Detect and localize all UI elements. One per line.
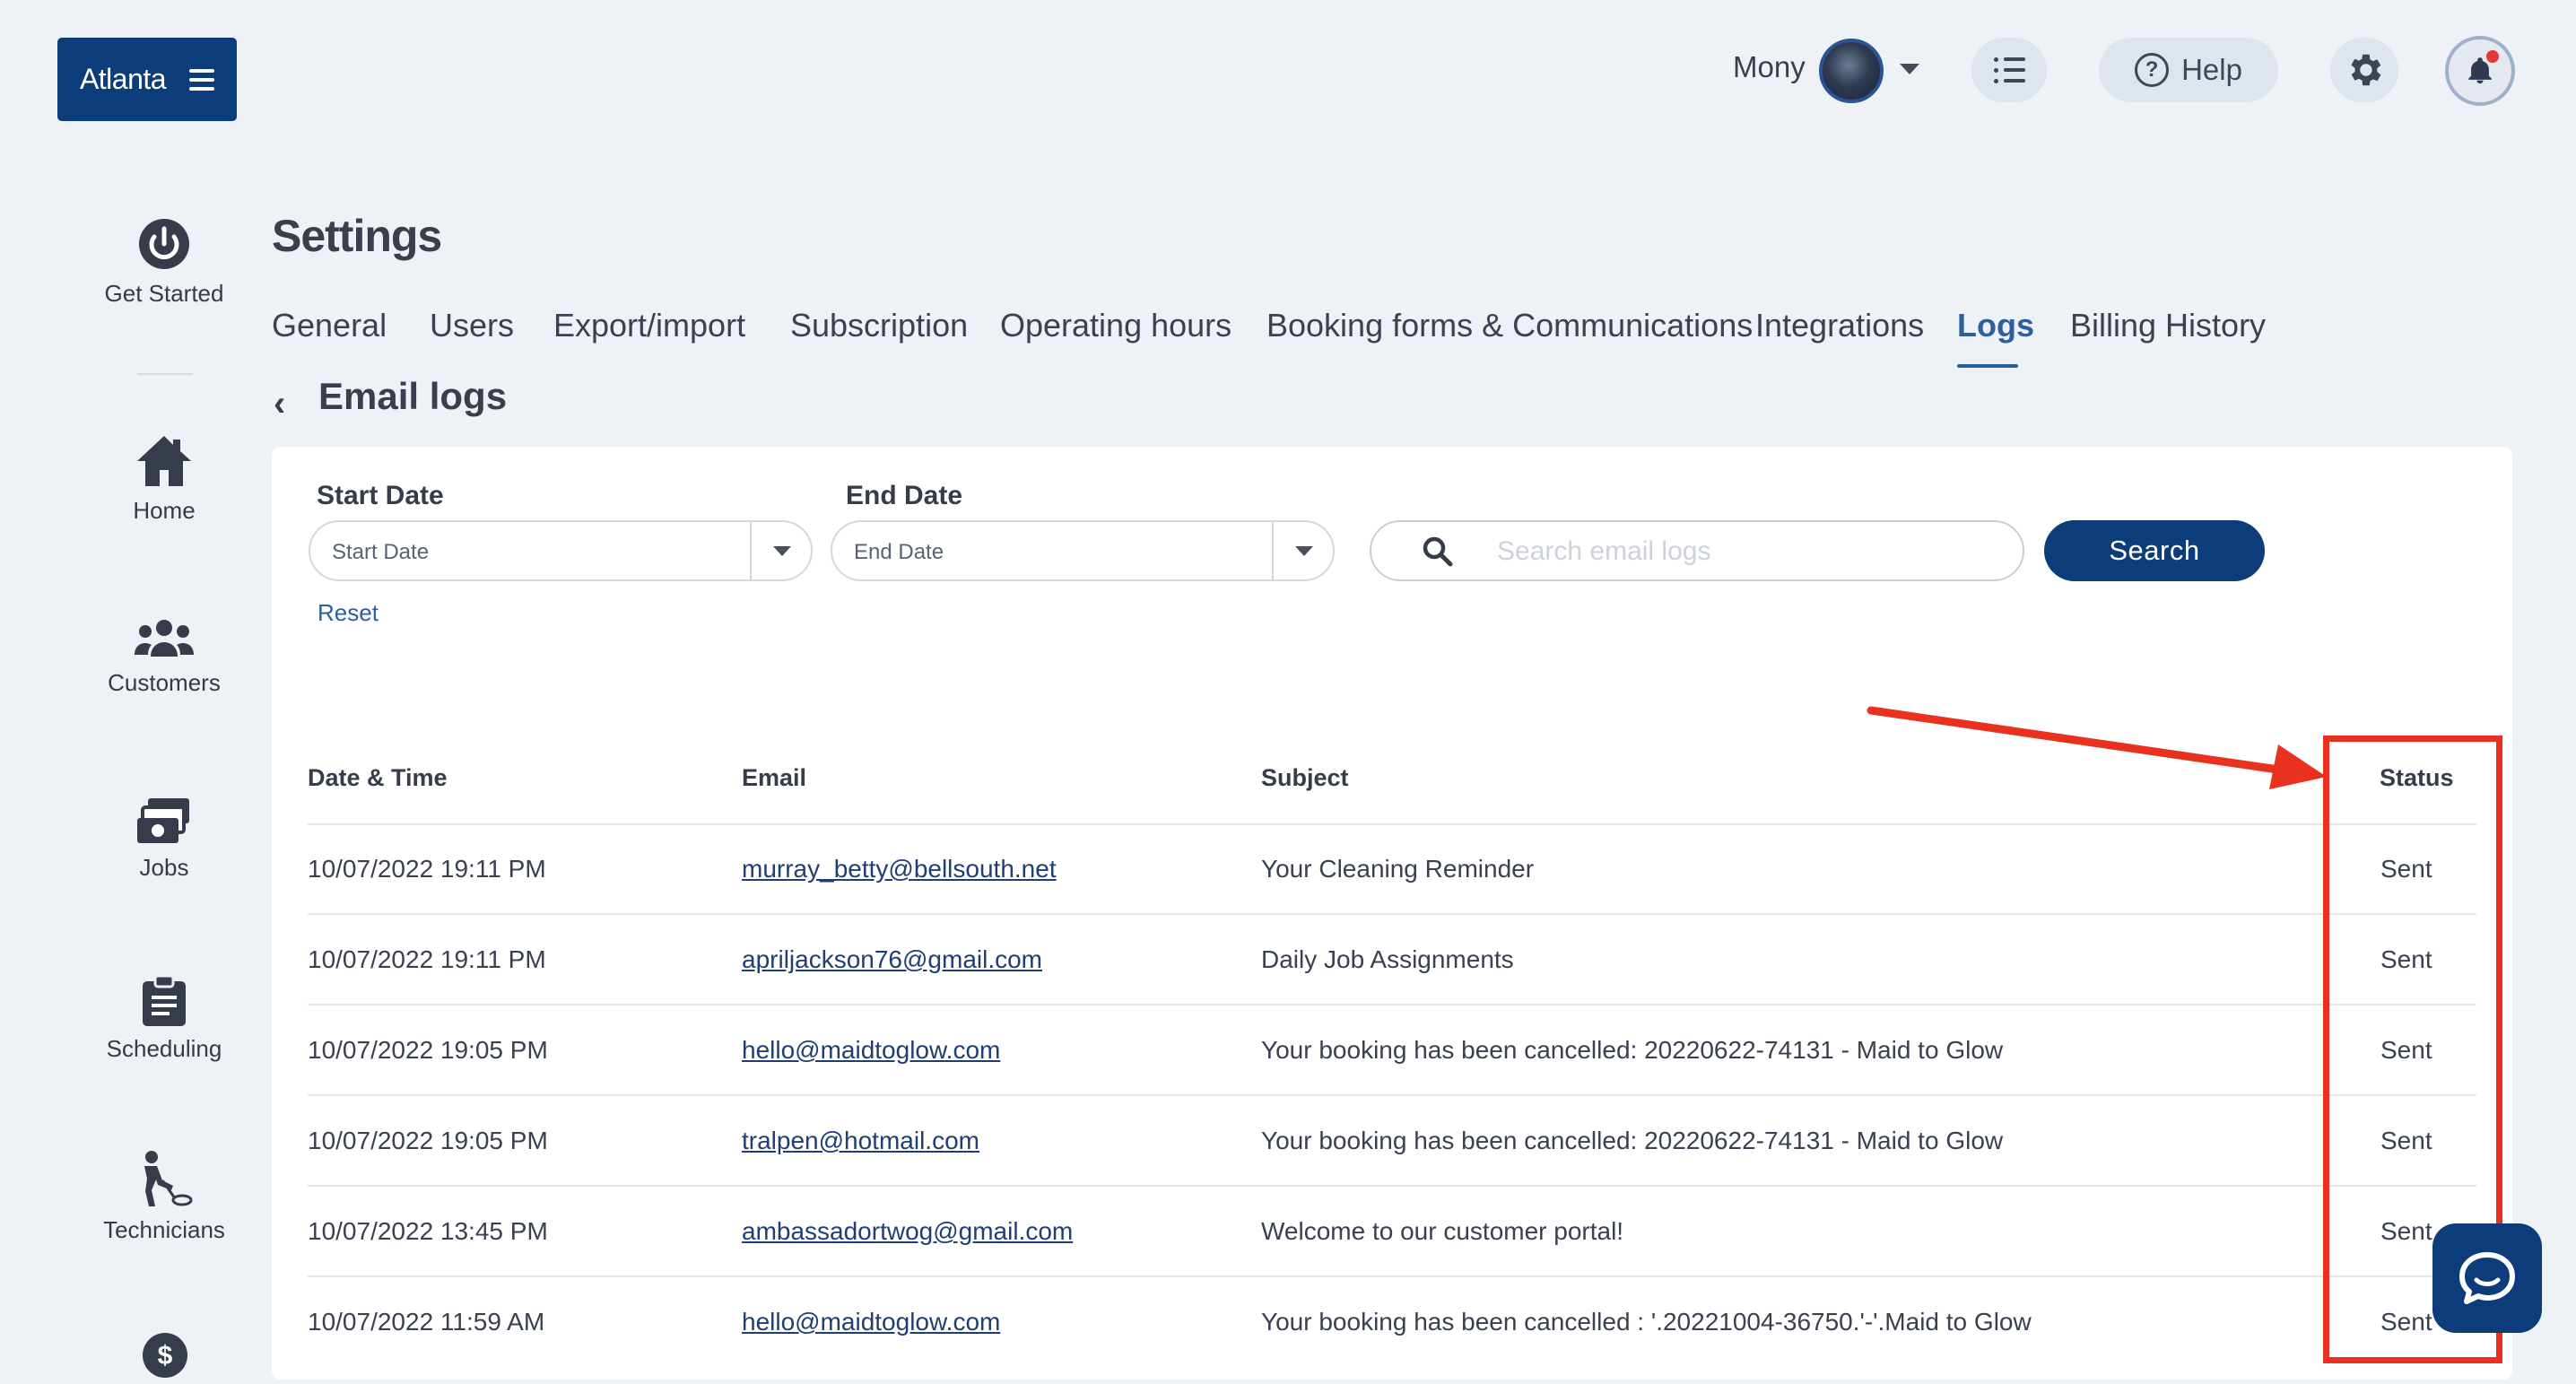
row-email-link[interactable]: tralpen@hotmail.com (742, 1127, 979, 1155)
header-divider (308, 823, 2476, 825)
chevron-down-icon[interactable] (773, 546, 791, 556)
row-email-link[interactable]: hello@maidtoglow.com (742, 1308, 1000, 1336)
chevron-down-icon[interactable] (1900, 64, 1919, 74)
sidebar-item-label: Get Started (104, 280, 224, 307)
sidebar-divider (137, 373, 193, 375)
tab-export-import[interactable]: Export/import (553, 307, 745, 344)
clipboard-icon (143, 974, 186, 1026)
tab-integrations[interactable]: Integrations (1755, 307, 1924, 344)
sidebar-item-label: Scheduling (106, 1035, 222, 1062)
start-date-placeholder: Start Date (332, 540, 430, 564)
sidebar-item-jobs[interactable]: Jobs (74, 796, 254, 882)
row-datetime: 10/07/2022 11:59 AM (308, 1308, 545, 1336)
start-date-field[interactable]: Start Date (309, 520, 813, 581)
user-name[interactable]: Mony (1733, 50, 1806, 84)
chat-bubble-icon (2459, 1252, 2515, 1304)
tab-booking-forms[interactable]: Booking forms & Communications (1266, 307, 1753, 344)
hamburger-icon (189, 68, 215, 91)
svg-text:$: $ (158, 1341, 173, 1371)
end-date-label: End Date (846, 481, 963, 510)
sidebar-item-billing[interactable]: $ (141, 1331, 189, 1384)
tab-users[interactable]: Users (430, 307, 514, 344)
settings-button[interactable] (2330, 38, 2398, 102)
row-subject: Your booking has been cancelled: 2022062… (1261, 1127, 2004, 1154)
row-datetime: 10/07/2022 19:11 PM (308, 855, 546, 883)
active-tab-indicator (1957, 364, 2018, 368)
dollar-icon: $ (143, 1333, 187, 1378)
column-header-subject: Subject (1261, 764, 1349, 791)
row-datetime: 10/07/2022 19:05 PM (308, 1036, 548, 1064)
chat-button[interactable] (2432, 1223, 2542, 1333)
customers-icon (135, 620, 194, 657)
search-input[interactable] (1497, 535, 1999, 569)
question-icon: ? (2135, 53, 2170, 87)
row-subject: Your Cleaning Reminder (1261, 855, 1535, 883)
technician-icon (144, 1151, 193, 1206)
notification-dot (2486, 50, 2499, 63)
row-divider (308, 1185, 2476, 1187)
row-divider (308, 913, 2476, 915)
search-field[interactable] (1370, 520, 2024, 581)
row-divider (308, 1275, 2476, 1277)
row-datetime: 10/07/2022 19:05 PM (308, 1127, 548, 1154)
help-label: Help (2181, 53, 2242, 86)
start-date-label: Start Date (317, 481, 444, 510)
sidebar-item-get-started[interactable]: Get Started (74, 215, 254, 308)
row-subject: Your booking has been cancelled : '.2022… (1261, 1308, 2032, 1336)
sidebar-item-label: Customers (108, 669, 221, 696)
annotation-arrow-icon (1867, 706, 2327, 789)
row-datetime: 10/07/2022 19:11 PM (308, 945, 546, 973)
row-subject: Welcome to our customer portal! (1261, 1217, 1624, 1245)
column-header-datetime: Date & Time (308, 764, 448, 791)
brand-label: Atlanta (79, 63, 167, 95)
tab-operating-hours[interactable]: Operating hours (1000, 307, 1231, 344)
search-button[interactable]: Search (2044, 520, 2265, 581)
tab-subscription[interactable]: Subscription (790, 307, 968, 344)
avatar[interactable] (1819, 39, 1884, 103)
sidebar-item-home[interactable]: Home (74, 432, 254, 525)
tab-billing-history[interactable]: Billing History (2070, 307, 2266, 344)
notifications-button[interactable] (2445, 36, 2515, 106)
task-list-button[interactable] (1971, 38, 2047, 102)
row-subject: Your booking has been cancelled: 2022062… (1261, 1036, 2004, 1064)
end-date-field[interactable]: End Date (831, 520, 1335, 581)
jobs-icon (137, 798, 189, 843)
row-divider (308, 1004, 2476, 1005)
sidebar-item-technicians[interactable]: Technicians (74, 1150, 254, 1244)
list-icon (1993, 57, 2025, 83)
row-divider (308, 1094, 2476, 1096)
chevron-down-icon[interactable] (1295, 546, 1313, 556)
power-icon (139, 219, 189, 269)
sidebar-item-label: Jobs (139, 854, 189, 881)
back-chevron-icon[interactable]: ‹ (274, 384, 285, 424)
home-icon (137, 436, 191, 486)
dropdown-divider (750, 522, 752, 579)
reset-link[interactable]: Reset (318, 599, 379, 627)
location-menu-button[interactable]: Atlanta (57, 38, 237, 121)
gear-icon (2351, 54, 2381, 86)
sidebar-item-customers[interactable]: Customers (74, 617, 254, 697)
row-email-link[interactable]: hello@maidtoglow.com (742, 1036, 1000, 1065)
row-subject: Daily Job Assignments (1261, 945, 1514, 973)
tab-general[interactable]: General (272, 307, 387, 344)
sidebar-item-scheduling[interactable]: Scheduling (74, 974, 254, 1063)
sidebar-item-label: Technicians (103, 1216, 225, 1243)
row-email-link[interactable]: ambassadortwog@gmail.com (742, 1217, 1073, 1246)
column-header-email: Email (742, 764, 807, 791)
row-datetime: 10/07/2022 13:45 PM (308, 1217, 548, 1245)
tab-logs[interactable]: Logs (1957, 307, 2034, 344)
search-icon (1423, 536, 1453, 567)
row-email-link[interactable]: murray_betty@bellsouth.net (742, 855, 1057, 883)
dropdown-divider (1272, 522, 1274, 579)
page-title: Settings (272, 211, 442, 261)
sidebar-item-label: Home (133, 497, 196, 524)
end-date-placeholder: End Date (854, 540, 944, 564)
help-button[interactable]: ? Help (2099, 38, 2278, 102)
section-title: Email logs (318, 375, 508, 417)
row-email-link[interactable]: apriljackson76@gmail.com (742, 945, 1042, 974)
